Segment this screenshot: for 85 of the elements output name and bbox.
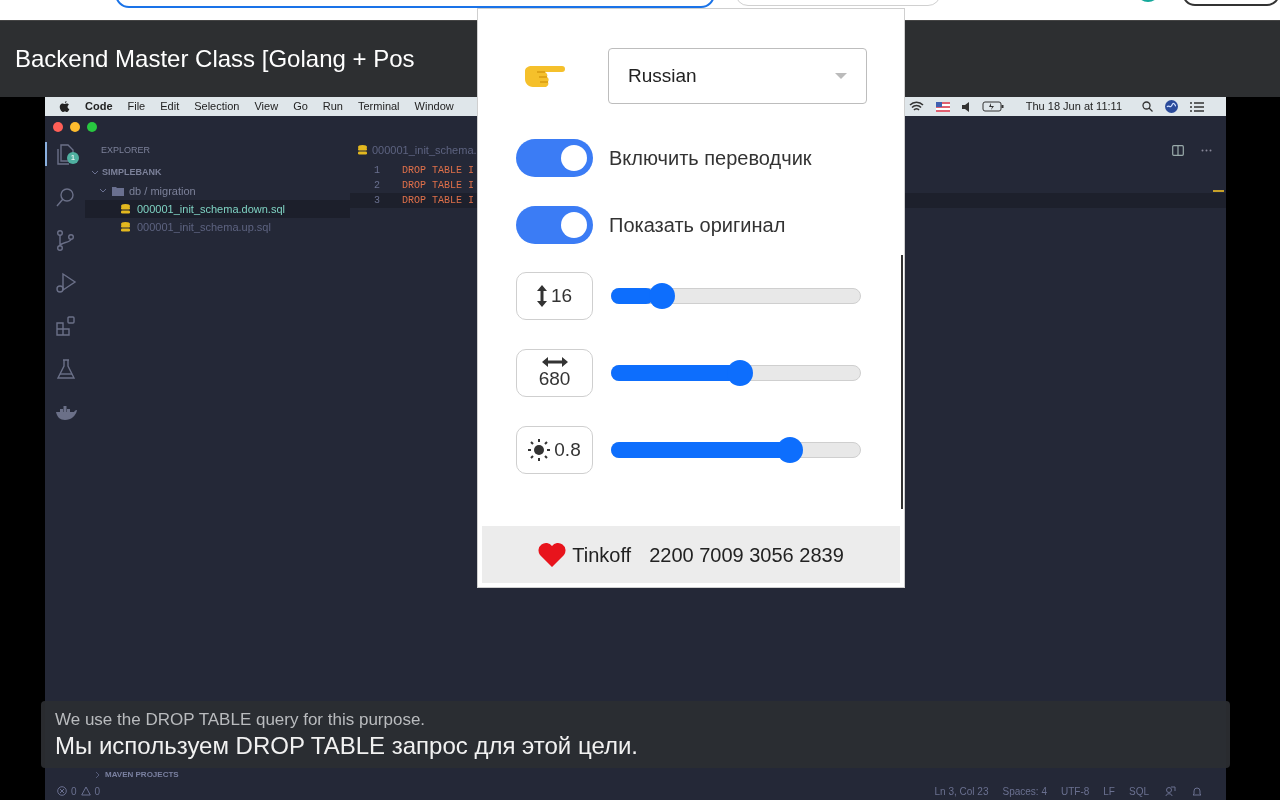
toggle-switch[interactable]: [516, 139, 593, 177]
menu-item[interactable]: Go: [293, 98, 308, 115]
minimize-window-icon[interactable]: [70, 122, 80, 132]
slider[interactable]: [611, 283, 861, 309]
flask-icon: [54, 357, 78, 381]
extensions-icon: [54, 314, 78, 338]
slider-thumb[interactable]: [649, 283, 676, 309]
database-icon: [121, 222, 130, 232]
speaker-icon[interactable]: [961, 101, 970, 112]
notification-badge: 1: [67, 152, 79, 164]
code-line: DROP TABLE I: [402, 164, 474, 178]
chevron-right-icon[interactable]: [95, 771, 101, 779]
database-icon: [358, 145, 367, 155]
heart-icon: [538, 542, 567, 567]
code-line: DROP TABLE I: [402, 179, 474, 193]
setting-value: 16: [550, 286, 573, 306]
error-icon[interactable]: [57, 786, 67, 796]
feedback-icon[interactable]: [1165, 785, 1176, 797]
setting-value: 0.8: [554, 440, 581, 460]
menu-item[interactable]: Window: [414, 98, 454, 115]
warning-icon[interactable]: [80, 786, 91, 796]
card-number: 2200 7009 3056 2839: [649, 542, 844, 568]
more-actions-icon[interactable]: [1201, 148, 1212, 152]
panel-heading[interactable]: MAVEN PROJECTS: [105, 769, 179, 781]
vertical-arrow-icon: [536, 285, 547, 307]
run-debug-icon: [54, 271, 78, 295]
status-item[interactable]: SQL: [1129, 783, 1149, 799]
caret-icon: [835, 73, 847, 79]
setting-value: 680: [538, 369, 571, 389]
flag-icon[interactable]: [935, 101, 950, 112]
menu-item[interactable]: Run: [322, 98, 343, 115]
course-title: Backend Master Class [Golang + Pos: [15, 44, 415, 74]
menu-item[interactable]: Edit: [160, 98, 180, 115]
maximize-window-icon[interactable]: [87, 122, 97, 132]
language-select[interactable]: Russian: [608, 48, 867, 104]
error-count[interactable]: 0: [71, 783, 77, 799]
status-item[interactable]: Spaces: 4: [1002, 783, 1047, 799]
toggle-switch[interactable]: [516, 206, 593, 244]
status-item[interactable]: Ln 3, Col 23: [934, 783, 989, 799]
original-caption: We use the DROP TABLE query for this purpose.: [55, 708, 427, 731]
siri-icon[interactable]: [1165, 100, 1178, 113]
chevron-down-icon[interactable]: [99, 188, 107, 194]
slider-thumb[interactable]: [776, 437, 803, 463]
split-editor-icon[interactable]: [1172, 144, 1184, 156]
list-icon[interactable]: [1190, 101, 1204, 112]
menu-item[interactable]: File: [127, 98, 146, 115]
close-window-icon[interactable]: [53, 122, 63, 132]
bank-name: Tinkoff: [572, 542, 632, 568]
tree-entry[interactable]: 000001_init_schema.down.sql: [85, 200, 350, 218]
explorer-heading: EXPLORER: [100, 144, 152, 157]
chevron-down-icon[interactable]: [91, 170, 99, 176]
project-name[interactable]: SIMPLEBANK: [102, 166, 162, 180]
folder-name[interactable]: db / migration: [129, 182, 196, 200]
menu-item[interactable]: View: [254, 98, 279, 115]
line-number: 1: [373, 164, 380, 178]
folder-icon: [112, 186, 124, 196]
editor-tab[interactable]: 000001_init_schema.: [372, 141, 477, 159]
horizontal-arrow-icon: [541, 357, 568, 367]
scroll-marker: [1213, 190, 1224, 192]
slider[interactable]: [611, 437, 861, 463]
activity-tab[interactable]: 1: [45, 142, 85, 166]
translated-caption: Мы используем DROP TABLE запрос для этой цели.: [55, 730, 640, 761]
sun-icon: [528, 439, 551, 461]
menu-bar-clock[interactable]: Thu 18 Jun at 11:11: [1025, 98, 1122, 115]
battery-icon[interactable]: [981, 101, 1004, 112]
status-item[interactable]: UTF-8: [1060, 783, 1090, 799]
scrollbar[interactable]: [901, 255, 903, 509]
toggle-label: Включить переводчик: [609, 146, 812, 171]
toggle-label: Показать оригинал: [609, 213, 786, 238]
warning-count[interactable]: 0: [94, 783, 101, 799]
wifi-icon[interactable]: [908, 101, 924, 112]
slider-thumb[interactable]: [727, 360, 754, 386]
database-icon: [121, 204, 130, 214]
menu-item[interactable]: Terminal: [358, 98, 400, 115]
app-menu[interactable]: Code: [85, 98, 113, 115]
slider[interactable]: [611, 360, 861, 386]
line-number: 2: [373, 179, 380, 193]
apple-icon[interactable]: [59, 100, 70, 113]
code-line: DROP TABLE I: [402, 194, 474, 208]
search-icon[interactable]: [1142, 101, 1153, 112]
line-number: 3: [373, 194, 380, 208]
tree-entry[interactable]: 000001_init_schema.up.sql: [85, 218, 350, 236]
bell-icon[interactable]: [1192, 785, 1202, 797]
menu-item[interactable]: Selection: [194, 98, 240, 115]
status-item[interactable]: LF: [1103, 783, 1115, 799]
